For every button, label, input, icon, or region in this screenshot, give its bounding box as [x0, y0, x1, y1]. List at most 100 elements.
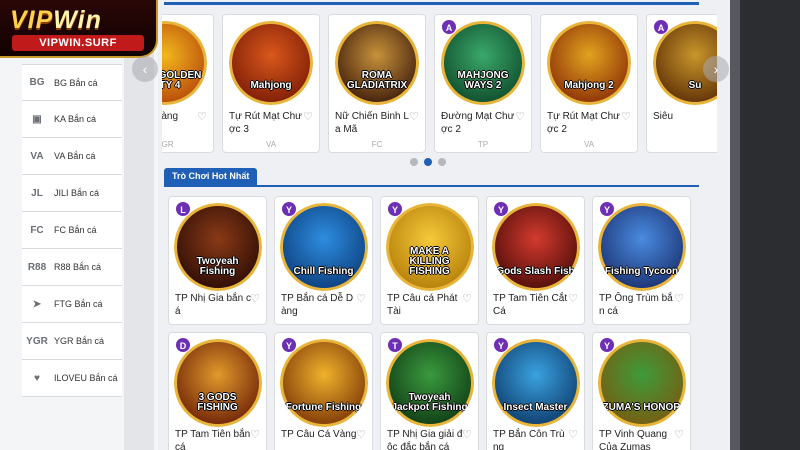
sidebar-item[interactable]: ➤ FTG Bắn cá — [22, 286, 122, 323]
hot-games-tab[interactable]: Trò Chơi Hot Nhất — [164, 168, 258, 185]
game-thumbnail[interactable]: 3 GODS FISHING — [173, 339, 262, 427]
game-art-title: Insect Master — [503, 402, 568, 413]
scrollbar-track[interactable] — [730, 0, 740, 450]
game-art-title: MAKE A KILLING FISHING — [409, 246, 450, 277]
game-art-title: MAHJONG WAYS 2 — [457, 70, 509, 91]
game-thumbnail[interactable]: ZUMA'S HONOR — [597, 339, 686, 427]
pagination-dot[interactable] — [438, 158, 446, 166]
favorite-heart-icon[interactable]: ♡ — [197, 110, 207, 123]
sidebar-item[interactable]: ▣ KA Bắn cá — [22, 101, 122, 138]
carousel-prev-button[interactable]: ‹ — [132, 56, 158, 82]
sidebar-item[interactable]: JL JILI Bắn cá — [22, 175, 122, 212]
game-card[interactable]: ZUMA'S HONOR Y TP Vinh Quang Của Zumas ♡ — [592, 332, 691, 450]
game-card[interactable]: MAKE A KILLING FISHING Y TP Câu cá Phát Tà… — [380, 196, 479, 325]
game-name: Tự Rút Mạt Chư ợc 2 — [547, 111, 620, 135]
game-card[interactable]: Mahjong 2 Tự Rút Mạt Chư ợc 2 ♡ VA — [540, 14, 638, 153]
sidebar-item[interactable]: VA VA Bắn cá — [22, 138, 122, 175]
game-card[interactable]: Twoyeah Fishing L TP Nhị Gia bắn c á ♡ — [168, 196, 267, 325]
game-card[interactable]: Insect Master Y TP Bắn Côn Trù ng ♡ — [486, 332, 585, 450]
favorite-heart-icon[interactable]: ♡ — [303, 110, 313, 123]
favorite-heart-icon[interactable]: ♡ — [250, 428, 260, 441]
r88-logo-icon: R88 — [27, 261, 47, 273]
vipwin-logo[interactable]: VIPWin VIPWIN.SURF — [0, 0, 158, 58]
game-card[interactable]: SuASiêu♡ — [646, 14, 717, 153]
game-card[interactable]: Fishing Tycoon Y TP Ông Trùm bắ n cá ♡ — [592, 196, 691, 325]
game-name: TP Ông Trùm bắ n cá — [599, 293, 673, 317]
game-art — [547, 21, 631, 105]
right-backdrop — [730, 0, 800, 450]
game-art-title: MAYA GOLDEN CITY 4 — [162, 70, 202, 91]
favorite-heart-icon[interactable]: ♡ — [674, 428, 684, 441]
pagination-dot[interactable] — [424, 158, 432, 166]
favorite-heart-icon[interactable]: ♡ — [568, 292, 578, 305]
game-thumbnail[interactable]: ROMA GLADIATRIX — [335, 21, 419, 105]
sidebar-item[interactable]: ♥ ILOVEU Bắn cá — [22, 360, 122, 397]
game-thumbnail[interactable]: Fortune Fishing — [279, 339, 368, 427]
favorite-heart-icon[interactable]: ♡ — [621, 110, 631, 123]
game-provider: VA — [265, 140, 277, 149]
game-provider: YGR — [162, 140, 174, 149]
provider-badge: A — [441, 19, 457, 35]
game-thumbnail[interactable]: MAKE A KILLING FISHING — [385, 203, 474, 291]
sidebar-item[interactable]: BG BG Bắn cá — [22, 64, 122, 101]
sidebar-item-label: KA Bắn cá — [54, 114, 97, 124]
game-name: TP Câu Cá Vàng — [281, 429, 357, 440]
game-art-title: Su — [688, 80, 702, 91]
game-art — [229, 21, 313, 105]
game-thumbnail[interactable]: Insect Master — [491, 339, 580, 427]
game-name: nh phố vàng a 4 — [162, 111, 179, 122]
favorite-heart-icon[interactable]: ♡ — [674, 292, 684, 305]
game-thumbnail[interactable]: Gods Slash Fish — [491, 203, 580, 291]
favorite-heart-icon[interactable]: ♡ — [356, 292, 366, 305]
game-thumbnail[interactable]: Chill Fishing — [279, 203, 368, 291]
game-card[interactable]: Gods Slash Fish Y TP Tam Tiên Cắt Cá ♡ — [486, 196, 585, 325]
game-thumbnail[interactable]: Fishing Tycoon — [597, 203, 686, 291]
section-top-border — [164, 2, 699, 5]
game-name: TP Tam Tiên Cắt Cá — [493, 293, 568, 317]
game-card[interactable]: MAHJONG WAYS 2 A Đường Mạt Chư ợc 2 ♡ TP — [434, 14, 532, 153]
game-card[interactable]: MAYA GOLDEN CITY 4 nh phố vàng a 4 ♡ YGR — [162, 14, 214, 153]
favorite-heart-icon[interactable]: ♡ — [250, 292, 260, 305]
game-art — [162, 21, 207, 105]
game-thumbnail[interactable]: MAHJONG WAYS 2 — [441, 21, 525, 105]
game-card[interactable]: Twoyeah Jackpot Fishing T TP Nhị Gia giải … — [380, 332, 479, 450]
game-provider: VA — [583, 140, 595, 149]
game-name: Tự Rút Mạt Chư ợc 3 — [229, 111, 302, 135]
favorite-heart-icon[interactable]: ♡ — [515, 110, 525, 123]
game-name: Đường Mạt Chư ợc 2 — [441, 111, 515, 135]
game-card[interactable]: Chill Fishing Y TP Bắn cá Dễ D àng ♡ — [274, 196, 373, 325]
game-card[interactable]: ROMA GLADIATRIX Nữ Chiến Binh L a Mã ♡ FC — [328, 14, 426, 153]
sidebar-item[interactable]: R88 R88 Bắn cá — [22, 249, 122, 286]
sidebar-item-label: BG Bắn cá — [54, 77, 98, 88]
game-art-title: ZUMA'S HONOR — [602, 402, 681, 413]
game-thumbnail[interactable]: Mahjong — [229, 21, 313, 105]
pagination-dot[interactable] — [410, 158, 418, 166]
favorite-heart-icon[interactable]: ♡ — [409, 110, 419, 123]
logo-wordmark: VIPWin — [10, 6, 102, 34]
favorite-heart-icon[interactable]: ♡ — [462, 292, 472, 305]
game-thumbnail[interactable]: MAYA GOLDEN CITY 4 — [162, 21, 207, 105]
sidebar-item-label: VA Bắn cá — [54, 151, 96, 161]
favorite-heart-icon[interactable]: ♡ — [462, 428, 472, 441]
sidebar-item[interactable]: FC FC Bắn cá — [22, 212, 122, 249]
game-card[interactable]: Fortune Fishing Y TP Câu Cá Vàng ♡ — [274, 332, 373, 450]
game-art — [491, 339, 580, 427]
favorite-heart-icon[interactable]: ♡ — [568, 428, 578, 441]
game-art-title: Twoyeah Fishing — [196, 256, 239, 277]
game-card[interactable]: 3 GODS FISHING D TP Tam Tiên bắn cá ♡ — [168, 332, 267, 450]
jili-logo-icon: JL — [31, 187, 43, 199]
game-card[interactable]: Mahjong Tự Rút Mạt Chư ợc 3 ♡ VA — [222, 14, 320, 153]
carousel-pagination — [410, 158, 460, 168]
sidebar-item[interactable]: YGR YGR Bắn cá — [22, 323, 122, 360]
game-thumbnail[interactable]: Twoyeah Fishing — [173, 203, 262, 291]
carousel-next-button[interactable]: › — [703, 56, 729, 82]
provider-sidebar: BG BG Bắn cá ▣ KA Bắn cá VA VA Bắn cá JL JILI B… — [22, 64, 122, 397]
game-art — [385, 339, 474, 427]
iloveu-logo-icon: ♥ — [34, 372, 40, 384]
game-thumbnail[interactable]: Mahjong 2 — [547, 21, 631, 105]
provider-badge: Y — [493, 337, 509, 353]
favorite-heart-icon[interactable]: ♡ — [356, 428, 366, 441]
game-name: TP Nhị Gia bắn c á — [175, 293, 251, 317]
game-thumbnail[interactable]: Twoyeah Jackpot Fishing — [385, 339, 474, 427]
game-art — [279, 203, 368, 291]
